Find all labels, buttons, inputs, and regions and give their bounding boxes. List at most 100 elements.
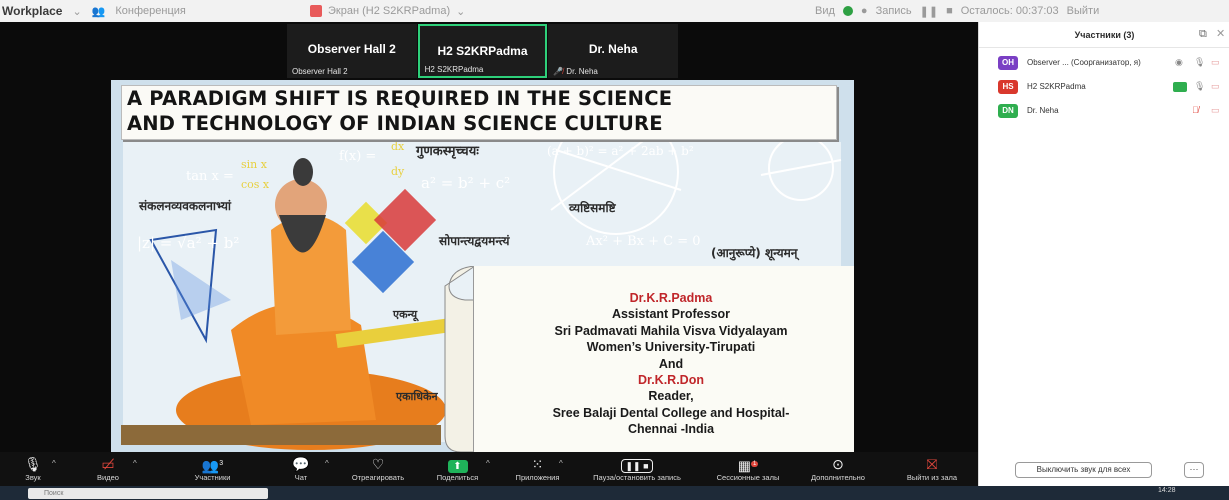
react-button[interactable]: ♡ Отреагировать <box>343 455 413 482</box>
pause-icon[interactable]: ❚❚ <box>920 5 938 18</box>
participant-row[interactable]: DN Dr. Neha 🎙̸ ▭ <box>979 100 1229 122</box>
svg-text:संकलनव्यवकलनाभ्यां: संकलनव्यवकलनाभ्यां <box>138 199 232 213</box>
leave-icon: ⛝ <box>926 456 938 472</box>
participants-icon: 👥3 <box>201 457 224 474</box>
record-icon: ● <box>860 5 868 17</box>
end-label[interactable]: Выйти <box>1067 5 1100 17</box>
participant-name: Observer ... (Соорганизатор, я) <box>1027 58 1141 67</box>
share-caret-icon[interactable]: ^ <box>486 459 490 468</box>
svg-text:सोपान्त्यद्वयमन्त्यं: सोपान्त्यद्वयमन्त्यं <box>438 234 511 248</box>
video-off-icon: ▭̸ <box>101 456 115 472</box>
more-button[interactable]: ⊙ Дополнительно <box>800 455 876 482</box>
camera-off-icon[interactable]: ▭ <box>1211 81 1220 92</box>
pause-record-button[interactable]: ❚❚ ■ Пауза/остановить запись <box>578 455 696 482</box>
author-scroll: Dr.K.R.Padma Assistant Professor Sri Pad… <box>441 266 854 452</box>
view-menu[interactable]: Вид <box>815 5 835 17</box>
svg-text:a² = b² + c²: a² = b² + c² <box>421 174 510 192</box>
taskbar-clock: 14:28 <box>1158 487 1176 494</box>
audio-button[interactable]: 🎙 Звук <box>18 455 48 482</box>
svg-text:(a + b)² = a² + 2ab + b²: (a + b)² = a² + 2ab + b² <box>547 144 694 158</box>
security-icon[interactable] <box>842 6 853 16</box>
mic-icon[interactable]: 🎙 <box>1194 81 1205 92</box>
svg-text:cos x: cos x <box>241 178 270 191</box>
participants-count: 3 <box>219 460 224 467</box>
popout-icon[interactable]: ⧉ <box>1199 28 1211 40</box>
author-title-1: Assistant Professor <box>611 307 731 322</box>
tile-name: Observer Hall 2 <box>307 42 396 56</box>
video-label: Видео <box>97 473 119 482</box>
participants-header: Участники (3) ⧉ ✕ <box>979 22 1229 48</box>
meeting-window: Workplace ⌄ 👥 Конференция Экран (H2 S2KR… <box>0 0 1229 500</box>
stop-icon[interactable]: ■ <box>946 5 953 17</box>
slide-title-line-1: A PARADIGM SHIFT IS REQUIRED IN THE SCIE… <box>127 87 673 110</box>
chevron-down-icon[interactable]: ⌄ <box>456 5 465 18</box>
avatar: HS <box>998 80 1018 94</box>
participants-button[interactable]: 👥3 Участники <box>185 455 240 482</box>
institution-2-city: Chennai -India <box>627 422 715 437</box>
screen-share-active-icon <box>1173 82 1187 92</box>
react-icon: ♡ <box>371 456 385 472</box>
svg-text:Ax² + Bx + C = 0: Ax² + Bx + C = 0 <box>585 234 701 249</box>
leave-label: Выйти из зала <box>906 473 958 482</box>
tile-label: Observer Hall 2 <box>292 67 348 76</box>
slide-title-line-2: AND TECHNOLOGY OF INDIAN SCIENCE CULTURE <box>127 112 663 135</box>
more-options-button[interactable]: ··· <box>1184 462 1204 478</box>
svg-text:sin x: sin x <box>241 158 268 171</box>
pause-record-label: Пауза/остановить запись <box>593 473 681 482</box>
mute-all-button[interactable]: Выключить звук для всех <box>1015 462 1152 478</box>
participant-row[interactable]: OH Observer ... (Соорганизатор, я) ◉ 🎙 ▭ <box>979 52 1229 74</box>
participants-label: Участники <box>194 473 231 482</box>
institution-1: Sri Padmavati Mahila Visva Vidyalayam <box>554 323 788 338</box>
more-label: Дополнительно <box>811 473 865 482</box>
author-name-2: Dr.K.R.Don <box>638 373 704 388</box>
video-tile-neha[interactable]: Dr. Neha 🎤̸ Dr. Neha <box>548 24 678 78</box>
recording-label[interactable]: Запись <box>876 5 912 17</box>
apps-caret-icon[interactable]: ^ <box>559 459 563 468</box>
participants-panel: Участники (3) ⧉ ✕ OH Observer ... (Соорг… <box>978 22 1229 500</box>
author-details: Dr.K.R.Padma Assistant Professor Sri Pad… <box>471 290 854 438</box>
svg-text:(आनुरूप्ये) शून्यमन्: (आनुरूप्ये) शून्यमन् <box>711 246 799 261</box>
apps-label: Приложения <box>515 473 560 482</box>
avatar: OH <box>998 56 1018 70</box>
author-title-2: Reader, <box>648 389 694 404</box>
share-button[interactable]: ⬆ Поделиться <box>430 455 485 482</box>
svg-text:dy: dy <box>391 165 405 178</box>
camera-off-icon[interactable]: ▭ <box>1211 57 1220 68</box>
chat-button[interactable]: 💬 Чат <box>288 455 314 482</box>
leave-button[interactable]: ⛝ Выйти из зала <box>898 455 966 482</box>
screen-share-icon <box>310 5 322 17</box>
participant-row[interactable]: HS H2 S2KRPadma 🎙 ▭ <box>979 76 1229 98</box>
conference-label[interactable]: Конференция <box>115 5 185 17</box>
breakout-rooms-button[interactable]: ▦ 1 Сессионные залы <box>706 455 790 482</box>
mic-icon[interactable]: 🎙 <box>1194 57 1205 68</box>
screen-share-label[interactable]: Экран (H2 S2KRPadma) <box>328 5 450 17</box>
mic-icon: 🎙 <box>24 456 42 472</box>
participants-title: Участники (3) <box>1074 30 1135 40</box>
video-button[interactable]: ▭̸ Видео <box>88 455 128 482</box>
svg-text:|z| = √a² + b²: |z| = √a² + b² <box>137 234 239 252</box>
eye-icon: ◉ <box>1175 57 1183 67</box>
mic-muted-icon[interactable]: 🎙̸ <box>1192 105 1199 115</box>
camera-off-icon[interactable]: ▭ <box>1211 105 1220 116</box>
svg-text:एकन्यू: एकन्यू <box>392 308 419 322</box>
institution-1-city: Women’s University-Tirupati <box>586 340 756 355</box>
svg-text:गुणकस्मृच्चयः: गुणकस्मृच्चयः <box>415 144 480 159</box>
chat-caret-icon[interactable]: ^ <box>325 459 329 468</box>
video-caret-icon[interactable]: ^ <box>133 459 137 468</box>
breakout-label: Сессионные залы <box>716 473 780 482</box>
chevron-down-icon[interactable]: ⌄ <box>72 5 81 18</box>
svg-text:dx: dx <box>391 140 405 153</box>
video-tile-padma[interactable]: H2 S2KRPadma H2 S2KRPadma <box>417 24 548 78</box>
taskbar-search[interactable]: Поиск <box>28 488 268 499</box>
formula-tan: tan x = <box>186 169 234 184</box>
close-icon[interactable]: ✕ <box>1216 27 1225 40</box>
audio-caret-icon[interactable]: ^ <box>52 459 56 468</box>
audio-label: Звук <box>25 473 41 482</box>
author-name-1: Dr.K.R.Padma <box>629 291 713 305</box>
tile-name: Dr. Neha <box>588 42 638 56</box>
slide-title: A PARADIGM SHIFT IS REQUIRED IN THE SCIE… <box>121 85 837 140</box>
breakout-rooms-icon: ▦ 1 <box>737 457 759 474</box>
tile-name: H2 S2KRPadma <box>437 44 528 58</box>
participant-name: Dr. Neha <box>1027 106 1059 115</box>
video-tile-observer[interactable]: Observer Hall 2 Observer Hall 2 <box>287 24 417 78</box>
